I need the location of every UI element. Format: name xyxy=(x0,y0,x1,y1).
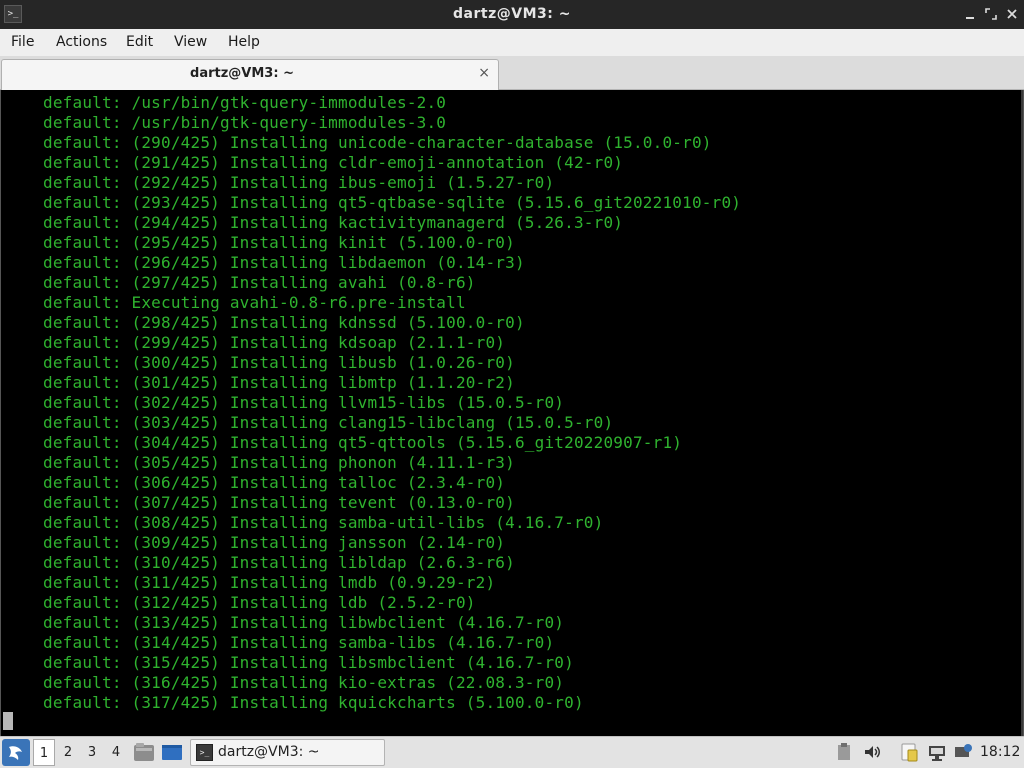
workspace-3[interactable]: 3 xyxy=(81,739,103,766)
terminal-line: default: (309/425) Installing jansson (2… xyxy=(43,533,506,552)
terminal-scrollbar[interactable] xyxy=(1021,90,1023,736)
terminal-line: default: (315/425) Installing libsmbclie… xyxy=(43,653,574,672)
workspace-1[interactable]: 1 xyxy=(33,739,55,766)
terminal-line: default: (305/425) Installing phonon (4.… xyxy=(43,453,515,472)
workspace-2[interactable]: 2 xyxy=(57,739,79,766)
close-button[interactable] xyxy=(1004,6,1020,22)
maximize-icon xyxy=(985,8,997,20)
terminal-task-icon: >_ xyxy=(196,744,213,761)
terminal-line: default: (292/425) Installing ibus-emoji… xyxy=(43,173,555,192)
window-title: dartz@VM3: ~ xyxy=(453,6,571,22)
terminal-line: default: /usr/bin/gtk-query-immodules-3.… xyxy=(43,113,447,132)
menu-actions[interactable]: Actions xyxy=(55,29,108,56)
terminal-line: default: (294/425) Installing kactivitym… xyxy=(43,213,624,232)
tab-close-icon[interactable]: × xyxy=(478,64,490,82)
terminal-line: default: (290/425) Installing unicode-ch… xyxy=(43,133,712,152)
menu-edit[interactable]: Edit xyxy=(125,29,154,56)
maximize-button[interactable] xyxy=(983,6,999,22)
taskbar-terminal-task[interactable]: >_ dartz@VM3: ~ xyxy=(190,739,385,766)
terminal-line: default: (304/425) Installing qt5-qttool… xyxy=(43,433,683,452)
menu-view[interactable]: View xyxy=(173,29,208,56)
terminal-line: default: (312/425) Installing ldb (2.5.2… xyxy=(43,593,476,612)
terminal-line: default: (301/425) Installing libmtp (1.… xyxy=(43,373,515,392)
menu-bar: File Actions Edit View Help xyxy=(0,29,1024,56)
terminal-line: default: (303/425) Installing clang15-li… xyxy=(43,413,614,432)
network-icon[interactable] xyxy=(927,742,947,762)
terminal-line: default: /usr/bin/gtk-query-immodules-2.… xyxy=(43,93,447,112)
start-menu-button[interactable] xyxy=(2,739,30,766)
minimize-icon xyxy=(966,17,974,19)
terminal-line: default: (313/425) Installing libwbclien… xyxy=(43,613,565,632)
window-titlebar[interactable]: >_ dartz@VM3: ~ xyxy=(0,0,1024,29)
taskbar: 1 2 3 4 >_ dartz@VM3: ~ 18:12 xyxy=(0,736,1024,768)
terminal-line: default: (291/425) Installing cldr-emoji… xyxy=(43,153,624,172)
file-manager-icon[interactable] xyxy=(133,742,155,763)
terminal-line: default: (316/425) Installing kio-extras… xyxy=(43,673,565,692)
terminal-line: default: (299/425) Installing kdsoap (2.… xyxy=(43,333,506,352)
terminal-line: default: (311/425) Installing lmdb (0.9.… xyxy=(43,573,496,592)
tab-terminal[interactable]: dartz@VM3: ~ × xyxy=(1,59,499,90)
terminal-line: default: (317/425) Installing kquickchar… xyxy=(43,693,584,712)
update-icon[interactable] xyxy=(953,742,973,762)
terminal-output[interactable]: default: /usr/bin/gtk-query-immodules-2.… xyxy=(0,90,1024,736)
terminal-line: default: (306/425) Installing talloc (2.… xyxy=(43,473,506,492)
terminal-line: default: (298/425) Installing kdnssd (5.… xyxy=(43,313,525,332)
menu-help[interactable]: Help xyxy=(227,29,261,56)
menu-file[interactable]: File xyxy=(10,29,35,56)
terminal-line: default: (296/425) Installing libdaemon … xyxy=(43,253,525,272)
task-label: dartz@VM3: ~ xyxy=(218,744,320,760)
workspace-4[interactable]: 4 xyxy=(105,739,127,766)
terminal-line: default: Executing avahi-0.8-r6.pre-inst… xyxy=(43,293,466,312)
notes-icon[interactable] xyxy=(899,742,919,762)
terminal-line: default: (295/425) Installing kinit (5.1… xyxy=(43,233,515,252)
close-icon xyxy=(1007,9,1017,19)
terminal-line: default: (297/425) Installing avahi (0.8… xyxy=(43,273,476,292)
terminal-line: default: (300/425) Installing libusb (1.… xyxy=(43,353,515,372)
terminal-line: default: (308/425) Installing samba-util… xyxy=(43,513,604,532)
volume-icon[interactable] xyxy=(862,742,882,762)
terminal-line: default: (302/425) Installing llvm15-lib… xyxy=(43,393,565,412)
terminal-line: default: (314/425) Installing samba-libs… xyxy=(43,633,555,652)
terminal-line: default: (293/425) Installing qt5-qtbase… xyxy=(43,193,742,212)
terminal-line: default: (307/425) Installing tevent (0.… xyxy=(43,493,515,512)
clock[interactable]: 18:12 xyxy=(980,737,1020,768)
terminal-cursor xyxy=(3,712,13,730)
app-menu-icon xyxy=(9,746,22,760)
minimize-button[interactable] xyxy=(962,6,978,22)
terminal-lines: default: /usr/bin/gtk-query-immodules-2.… xyxy=(43,93,741,713)
terminal-line: default: (310/425) Installing libldap (2… xyxy=(43,553,515,572)
tab-bar: dartz@VM3: ~ × xyxy=(0,56,1024,90)
tab-label: dartz@VM3: ~ xyxy=(190,66,294,81)
show-desktop-icon[interactable] xyxy=(161,742,183,763)
clipboard-icon[interactable] xyxy=(834,742,854,762)
